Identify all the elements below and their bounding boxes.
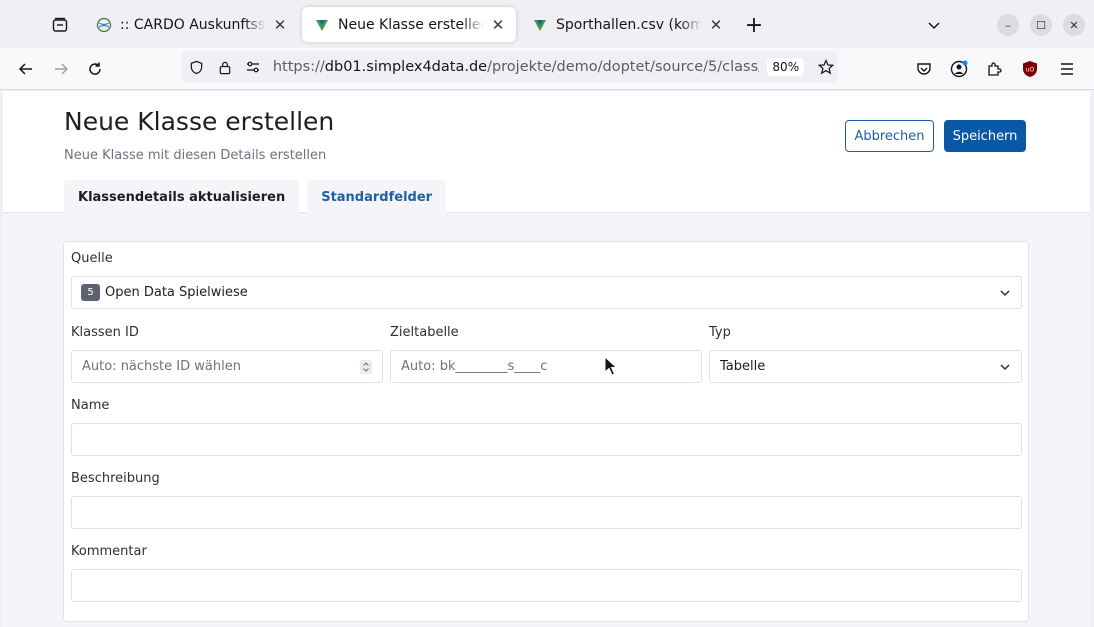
type-select[interactable]: Tabelle bbox=[709, 350, 1022, 383]
account-icon[interactable] bbox=[944, 54, 974, 84]
lock-icon[interactable] bbox=[213, 55, 237, 79]
close-window-icon[interactable]: ✕ bbox=[1063, 10, 1085, 40]
name-input[interactable] bbox=[71, 423, 1022, 456]
description-input[interactable] bbox=[71, 496, 1022, 529]
source-value: Open Data Spielwiese bbox=[105, 285, 248, 300]
address-bar[interactable]: https://db01.simplex4data.de/projekte/de… bbox=[181, 51, 838, 83]
description-label: Beschreibung bbox=[71, 471, 160, 486]
browser-tab-neue-klasse[interactable]: Neue Klasse erstellen ✕ bbox=[302, 7, 516, 42]
number-spinner-icon[interactable] bbox=[360, 360, 372, 374]
target-table-input[interactable]: Auto: bk________s____c bbox=[390, 350, 702, 383]
target-table-placeholder: Auto: bk________s____c bbox=[401, 359, 548, 374]
pocket-icon[interactable] bbox=[909, 54, 939, 84]
simplex-favicon-icon bbox=[532, 17, 548, 33]
browser-tab-cardo[interactable]: :: CARDO Auskunftssystem ✕ bbox=[84, 7, 298, 42]
source-label: Quelle bbox=[71, 251, 113, 266]
url-host: db01.simplex4data.de bbox=[324, 59, 488, 75]
page-title: Neue Klasse erstellen bbox=[64, 107, 335, 136]
type-value: Tabelle bbox=[720, 359, 766, 374]
tab-title: Sporthallen.csv (komplett) bbox=[556, 16, 702, 33]
mouse-cursor-icon bbox=[604, 356, 618, 376]
maximize-window-icon[interactable]: ☐ bbox=[1030, 10, 1052, 40]
browser-nav-bar: https://db01.simplex4data.de/projekte/de… bbox=[0, 48, 1094, 90]
minimize-window-icon[interactable]: – bbox=[997, 10, 1019, 40]
page-header: Neue Klasse erstellen Neue Klasse mit di… bbox=[3, 91, 1090, 214]
close-tab-icon[interactable]: ✕ bbox=[706, 15, 726, 35]
browser-tab-sporthallen[interactable]: Sporthallen.csv (komplett) ✕ bbox=[520, 7, 734, 42]
chevron-down-icon bbox=[1000, 290, 1010, 297]
comment-label: Kommentar bbox=[71, 544, 147, 559]
name-label: Name bbox=[71, 398, 110, 413]
url-text[interactable]: https://db01.simplex4data.de/projekte/de… bbox=[273, 59, 760, 75]
detail-tabs: Klassendetails aktualisieren Standardfel… bbox=[64, 180, 454, 214]
source-select[interactable]: 5 Open Data Spielwiese bbox=[71, 276, 1022, 309]
source-id-badge: 5 bbox=[81, 284, 100, 301]
tab-overview-icon[interactable] bbox=[46, 11, 74, 39]
reload-icon[interactable] bbox=[80, 54, 110, 84]
type-label: Typ bbox=[709, 325, 731, 340]
bookmark-star-icon[interactable] bbox=[814, 55, 838, 79]
url-path: /projekte/demo/doptet/source/5/class/new bbox=[487, 59, 759, 75]
new-tab-plus-icon[interactable]: + bbox=[740, 11, 768, 39]
tab-klassendetails[interactable]: Klassendetails aktualisieren bbox=[64, 180, 300, 214]
close-tab-icon[interactable]: ✕ bbox=[270, 15, 290, 35]
tab-title: Neue Klasse erstellen bbox=[338, 16, 484, 33]
svg-text:uO: uO bbox=[1026, 67, 1035, 74]
class-id-label: Klassen ID bbox=[71, 325, 139, 340]
hamburger-menu-icon[interactable] bbox=[1052, 54, 1082, 84]
ublock-origin-icon[interactable]: uO bbox=[1015, 54, 1045, 84]
zoom-level-badge[interactable]: 80% bbox=[767, 58, 805, 76]
permissions-icon[interactable] bbox=[241, 55, 265, 79]
cancel-button[interactable]: Abbrechen bbox=[845, 120, 934, 152]
tab-title: :: CARDO Auskunftssystem bbox=[120, 16, 266, 33]
target-table-label: Zieltabelle bbox=[390, 325, 459, 340]
shield-icon[interactable] bbox=[185, 55, 209, 79]
back-arrow-icon[interactable] bbox=[11, 54, 41, 84]
close-tab-icon[interactable]: ✕ bbox=[488, 15, 508, 35]
page-content: Neue Klasse erstellen Neue Klasse mit di… bbox=[3, 91, 1090, 627]
chevron-down-icon bbox=[1000, 364, 1010, 371]
list-all-tabs-chevron-icon[interactable] bbox=[920, 10, 948, 40]
globe-favicon-icon bbox=[96, 17, 112, 33]
class-id-input[interactable]: Auto: nächste ID wählen bbox=[71, 350, 383, 383]
forward-arrow-icon[interactable] bbox=[46, 54, 76, 84]
extensions-puzzle-icon[interactable] bbox=[979, 54, 1009, 84]
class-id-placeholder: Auto: nächste ID wählen bbox=[82, 359, 241, 374]
tab-standardfelder[interactable]: Standardfelder bbox=[307, 180, 447, 214]
class-form-card: Quelle 5 Open Data Spielwiese Klassen ID… bbox=[63, 241, 1029, 622]
url-scheme: https:// bbox=[272, 59, 325, 75]
browser-tab-bar: :: CARDO Auskunftssystem ✕ Neue Klasse e… bbox=[0, 0, 1094, 48]
save-button[interactable]: Speichern bbox=[944, 120, 1026, 152]
page-subtitle: Neue Klasse mit diesen Details erstellen bbox=[64, 148, 327, 163]
simplex-favicon-icon bbox=[314, 17, 330, 33]
comment-input[interactable] bbox=[71, 569, 1022, 602]
